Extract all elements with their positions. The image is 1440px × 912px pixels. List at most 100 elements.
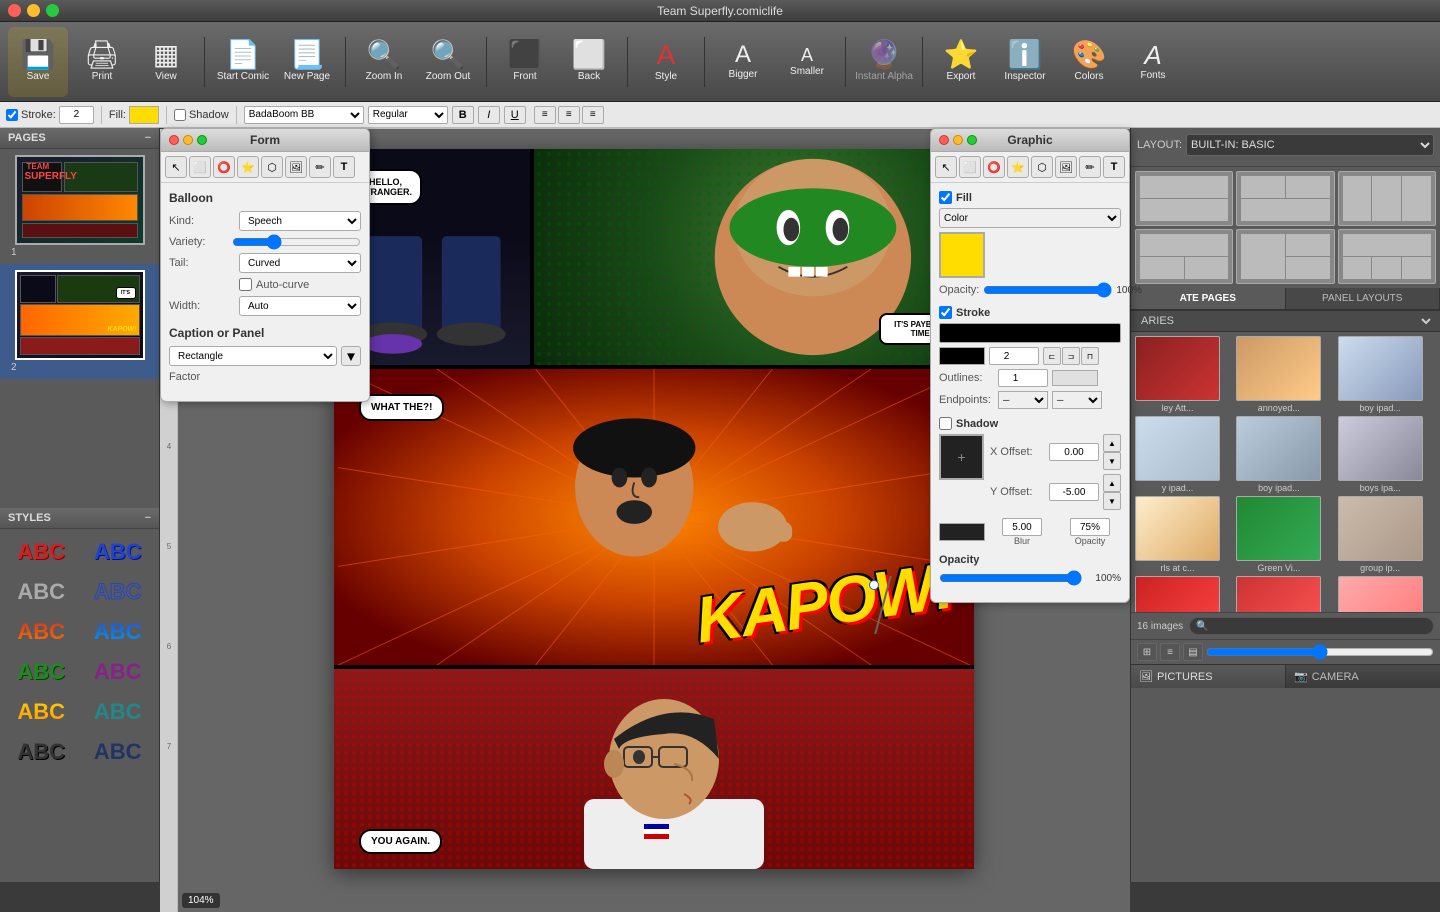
shadow-opacity-input[interactable]: [1070, 518, 1110, 536]
layout-select[interactable]: BUILT-IN: BASIC: [1186, 134, 1434, 156]
colors-button[interactable]: 🎨 Colors: [1059, 27, 1119, 97]
fill-color-swatch[interactable]: [939, 232, 985, 278]
view-button[interactable]: ▦ View: [136, 27, 196, 97]
graphic-tool-rect[interactable]: ⬜: [959, 156, 981, 178]
create-pages-tab[interactable]: ATE PAGES: [1131, 288, 1286, 309]
style-item-12[interactable]: ABC: [81, 733, 156, 771]
stroke-outer-button[interactable]: ⊓: [1081, 347, 1099, 365]
endpoints-end-select[interactable]: ─: [1052, 391, 1102, 409]
minimize-button[interactable]: [27, 4, 40, 17]
style-item-6[interactable]: ABC: [81, 613, 156, 651]
underline-button[interactable]: U: [504, 106, 526, 124]
pictures-tab[interactable]: 🖼 PICTURES: [1131, 665, 1286, 688]
bold-button[interactable]: B: [452, 106, 474, 124]
form-tool-image[interactable]: 🖼: [285, 156, 307, 178]
style-button[interactable]: A Style: [636, 27, 696, 97]
align-left-button[interactable]: ≡: [534, 106, 556, 124]
graphic-tool-image[interactable]: 🖼: [1055, 156, 1077, 178]
y-offset-input[interactable]: [1049, 483, 1099, 501]
form-tool-circle[interactable]: ⭕: [213, 156, 235, 178]
auto-curve-checkbox[interactable]: [239, 278, 252, 291]
print-button[interactable]: 🖨 Print: [72, 27, 132, 97]
media-item-3[interactable]: boy ipad...: [1338, 336, 1436, 413]
smaller-button[interactable]: A Smaller: [777, 27, 837, 97]
graphic-tool-arrow[interactable]: ↖: [935, 156, 957, 178]
template-thumb-5[interactable]: [1236, 229, 1334, 284]
style-item-7[interactable]: ABC: [4, 653, 79, 691]
instant-alpha-button[interactable]: 🔮 Instant Alpha: [854, 27, 914, 97]
stroke-section-checkbox[interactable]: [939, 306, 952, 319]
maximize-button[interactable]: [46, 4, 59, 17]
stroke-checkbox[interactable]: [6, 109, 18, 121]
media-item-8[interactable]: Green Vi...: [1236, 496, 1334, 573]
y-down-button[interactable]: ▼: [1103, 492, 1121, 510]
template-thumb-3[interactable]: [1338, 171, 1436, 226]
close-button[interactable]: [8, 4, 21, 17]
graphic-tool-text[interactable]: T: [1103, 156, 1125, 178]
category-select[interactable]: ARIES: [1137, 314, 1434, 328]
panel-layouts-tab[interactable]: PANEL LAYOUTS: [1286, 288, 1440, 309]
style-item-5[interactable]: ABC: [4, 613, 79, 651]
media-item-12[interactable]: hero wo...: [1338, 576, 1436, 612]
fill-checkbox[interactable]: [939, 191, 952, 204]
new-page-button[interactable]: 📃 New Page: [277, 27, 337, 97]
graphic-min-icon[interactable]: [953, 135, 963, 145]
x-up-button[interactable]: ▲: [1103, 434, 1121, 452]
x-offset-input[interactable]: [1049, 443, 1099, 461]
caption-options-button[interactable]: ▼: [341, 346, 361, 366]
grid-view-button[interactable]: ⊞: [1137, 643, 1157, 661]
stroke-inner-button[interactable]: ⊏: [1043, 347, 1061, 365]
stroke-center-button[interactable]: ⊐: [1062, 347, 1080, 365]
stroke-color-bar[interactable]: [939, 323, 1121, 343]
graphic-tool-star[interactable]: ⭐: [1007, 156, 1029, 178]
media-item-11[interactable]: hero ma...: [1236, 576, 1334, 612]
media-item-7[interactable]: rls at c...: [1135, 496, 1233, 573]
zoom-out-button[interactable]: 🔍 Zoom Out: [418, 27, 478, 97]
panel-opacity-slider[interactable]: [939, 570, 1082, 586]
back-button[interactable]: ⬜ Back: [559, 27, 619, 97]
form-tool-pen[interactable]: ✏: [309, 156, 331, 178]
media-item-2[interactable]: annoyed...: [1236, 336, 1334, 413]
style-item-2[interactable]: ABC: [81, 533, 156, 571]
graphic-tool-pen[interactable]: ✏: [1079, 156, 1101, 178]
graphic-close-icon[interactable]: [939, 135, 949, 145]
style-item-3[interactable]: ABC: [4, 573, 79, 611]
shadow-checkbox[interactable]: [174, 109, 186, 121]
start-comic-button[interactable]: 📄 Start Comic: [213, 27, 273, 97]
opacity-slider[interactable]: [983, 282, 1112, 298]
shadow-color-swatch[interactable]: +: [939, 434, 984, 480]
media-item-4[interactable]: y ipad...: [1135, 416, 1233, 493]
media-item-5[interactable]: boy ipad...: [1236, 416, 1334, 493]
stroke-width-input[interactable]: [989, 347, 1039, 365]
shadow-color-small[interactable]: [939, 523, 985, 541]
font-family-select[interactable]: BadaBoom BB: [244, 106, 364, 124]
detail-view-button[interactable]: ▤: [1183, 643, 1203, 661]
kind-select[interactable]: Speech Thought: [239, 211, 361, 231]
outline-color-box[interactable]: [1052, 370, 1098, 386]
variety-slider[interactable]: [232, 236, 361, 248]
save-button[interactable]: 💾 Save: [8, 27, 68, 97]
align-center-button[interactable]: ≡: [558, 106, 580, 124]
font-style-select[interactable]: Regular: [368, 106, 448, 124]
front-button[interactable]: ⬛ Front: [495, 27, 555, 97]
tail-select[interactable]: Curved Straight: [239, 253, 361, 273]
form-tool-polygon[interactable]: ⬡: [261, 156, 283, 178]
size-slider[interactable]: [1206, 644, 1434, 660]
blur-input[interactable]: [1002, 518, 1042, 536]
style-item-9[interactable]: ABC: [4, 693, 79, 731]
style-item-1[interactable]: ABC: [4, 533, 79, 571]
fonts-button[interactable]: A Fonts: [1123, 27, 1183, 97]
style-item-10[interactable]: ABC: [81, 693, 156, 731]
stroke-width-input[interactable]: [59, 106, 94, 124]
form-tool-text[interactable]: T: [333, 156, 355, 178]
media-item-9[interactable]: group ip...: [1338, 496, 1436, 573]
media-item-1[interactable]: ley Att...: [1135, 336, 1233, 413]
zoom-in-button[interactable]: 🔍 Zoom In: [354, 27, 414, 97]
y-up-button[interactable]: ▲: [1103, 474, 1121, 492]
fill-color-box[interactable]: [129, 106, 159, 124]
form-tool-star[interactable]: ⭐: [237, 156, 259, 178]
style-item-11[interactable]: ABC: [4, 733, 79, 771]
align-right-button[interactable]: ≡: [582, 106, 604, 124]
x-down-button[interactable]: ▼: [1103, 452, 1121, 470]
form-max-icon[interactable]: [197, 135, 207, 145]
